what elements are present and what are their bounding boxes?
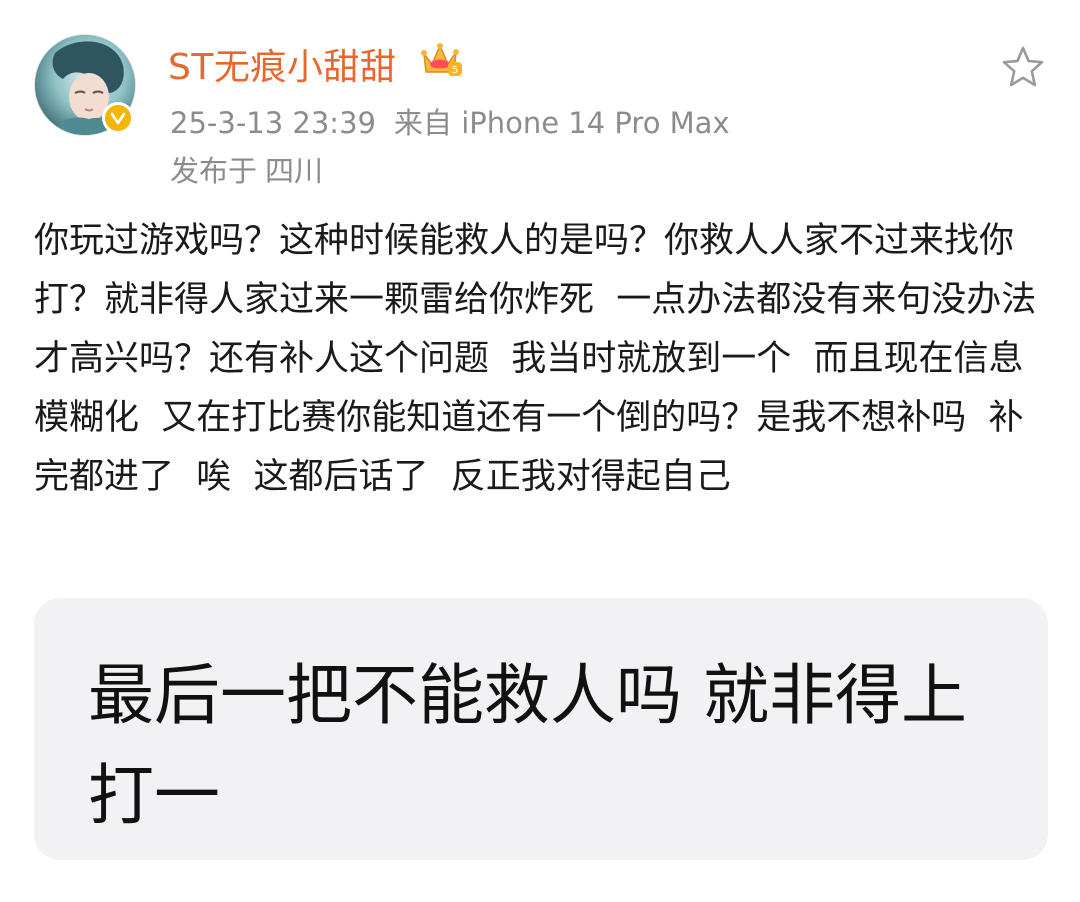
image-text-line-2: 打一 — [88, 757, 220, 834]
avatar-container[interactable] — [34, 34, 138, 138]
post-meta: 25-3-13 23:39 来自 iPhone 14 Pro Max — [170, 100, 730, 142]
post-body-text: 你玩过游戏吗？这种时候能救人的是吗？你救人人家不过来找你打？就非得人家过来一颗雷… — [34, 221, 1037, 497]
verified-badge-icon — [105, 105, 131, 131]
location-name: 四川 — [265, 154, 324, 188]
post-timestamp: 25-3-13 23:39 — [170, 106, 376, 140]
post-source: 来自 iPhone 14 Pro Max — [393, 106, 730, 140]
weibo-post: ST无痕小甜甜 5 25-3-13 23:39 来自 iPhone 14 Pro … — [0, 0, 1080, 902]
post-image[interactable]: 最后一把不能救人吗 就非得上 打一 — [34, 598, 1048, 860]
post-location: 发布于 四川 — [170, 148, 323, 190]
username[interactable]: ST无痕小甜甜 — [168, 38, 396, 90]
favorite-button[interactable] — [998, 42, 1048, 92]
star-icon — [1002, 46, 1044, 87]
svg-text:5: 5 — [452, 65, 458, 76]
verified-badge — [102, 102, 134, 134]
image-text-line-1: 最后一把不能救人吗 就非得上 — [88, 657, 967, 734]
location-prefix: 发布于 — [170, 154, 258, 188]
crown-level-icon[interactable]: 5 — [420, 40, 464, 80]
